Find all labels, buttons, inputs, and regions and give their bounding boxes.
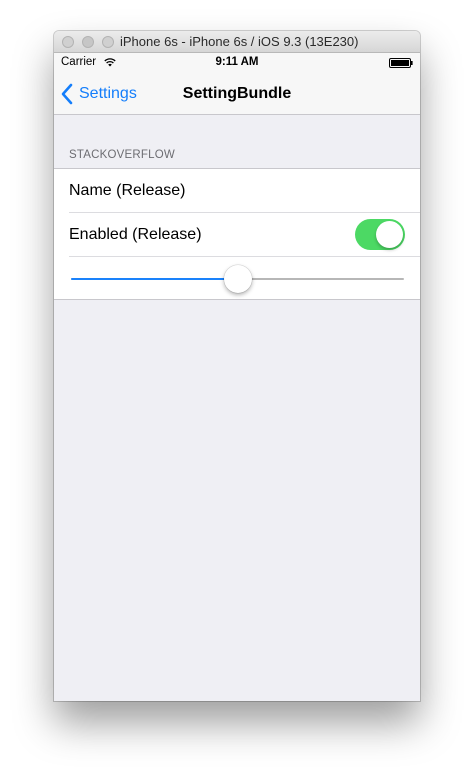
slider-thumb[interactable] bbox=[223, 265, 252, 293]
window-title: iPhone 6s - iPhone 6s / iOS 9.3 (13E230) bbox=[120, 34, 359, 49]
name-cell[interactable]: Name (Release) bbox=[54, 169, 420, 213]
enabled-toggle[interactable] bbox=[355, 219, 405, 250]
zoom-window-button[interactable] bbox=[102, 36, 114, 48]
page-title: SettingBundle bbox=[182, 85, 292, 102]
settings-group: Name (Release) Enabled (Release) bbox=[54, 168, 420, 300]
status-bar: Carrier 9:11 AM bbox=[54, 53, 420, 73]
status-time: 9:11 AM bbox=[215, 56, 259, 68]
section-header: STACKOVERFLOW bbox=[69, 149, 175, 161]
slider-cell bbox=[54, 257, 420, 301]
value-slider[interactable] bbox=[71, 265, 404, 293]
minimize-window-button[interactable] bbox=[82, 36, 94, 48]
toggle-knob bbox=[376, 221, 403, 248]
window-titlebar: iPhone 6s - iPhone 6s / iOS 9.3 (13E230) bbox=[54, 31, 420, 53]
enabled-label: Enabled (Release) bbox=[69, 226, 202, 243]
navigation-bar: Settings SettingBundle bbox=[54, 73, 420, 115]
slider-fill bbox=[71, 278, 238, 280]
close-window-button[interactable] bbox=[62, 36, 74, 48]
enabled-cell: Enabled (Release) bbox=[54, 213, 420, 257]
battery-icon bbox=[389, 58, 413, 68]
name-label: Name (Release) bbox=[69, 182, 186, 199]
simulator-window: iPhone 6s - iPhone 6s / iOS 9.3 (13E230)… bbox=[54, 31, 420, 701]
